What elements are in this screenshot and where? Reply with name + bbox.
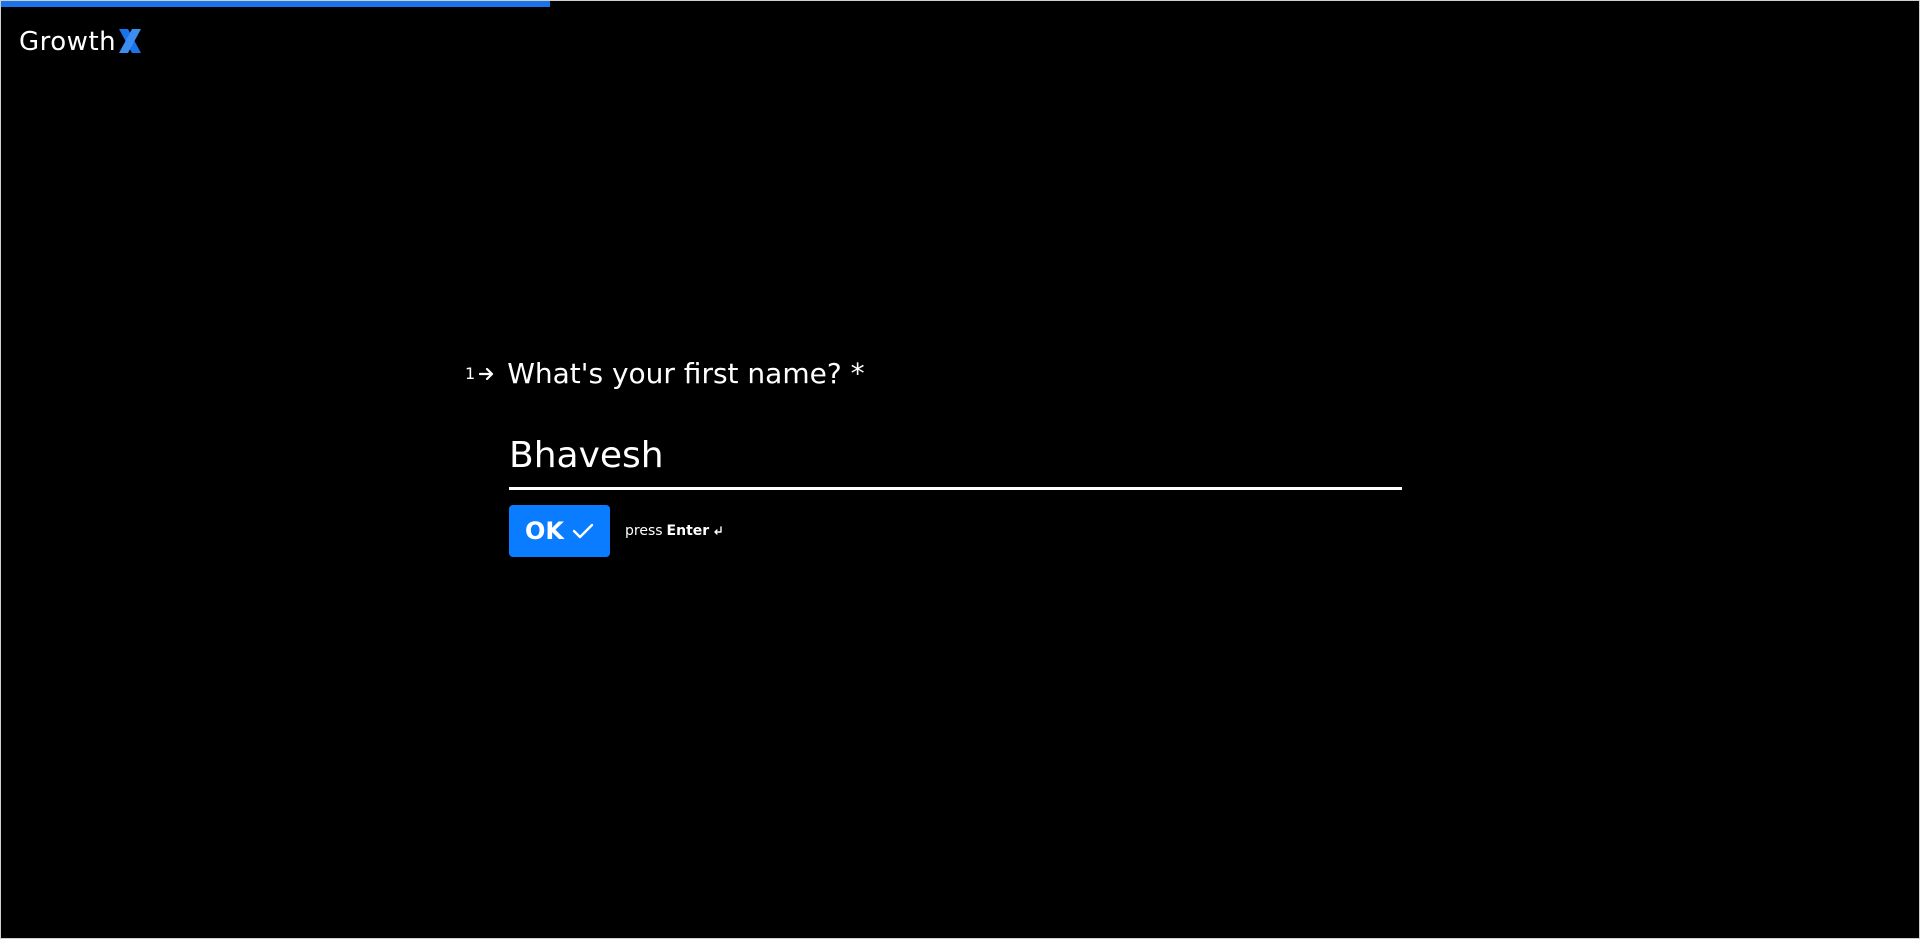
logo-wordmark: Growth: [19, 27, 117, 57]
enter-key-icon: [714, 526, 722, 535]
submit-row: OK press Enter: [509, 505, 723, 557]
ok-button[interactable]: OK: [509, 505, 610, 557]
question-title: What's your first name? *: [507, 357, 865, 390]
question-number: 1: [465, 364, 476, 383]
growthx-logo: Growth: [19, 27, 143, 55]
check-icon: [572, 523, 594, 539]
arrow-right-icon: [479, 367, 494, 380]
ok-button-label: OK: [525, 517, 564, 545]
hint-prefix: press: [625, 523, 663, 539]
first-name-input[interactable]: [509, 427, 1402, 483]
logo-x-mark: [119, 29, 142, 53]
progress-bar: [1, 1, 1919, 7]
hint-key: Enter: [666, 523, 710, 539]
answer-field: [509, 427, 1402, 490]
form-page: Growth 1 What's your first name? * OK pr…: [0, 0, 1920, 939]
enter-hint: press Enter: [625, 523, 723, 539]
progress-bar-fill: [1, 1, 550, 7]
question-header: 1 What's your first name? *: [465, 357, 865, 390]
